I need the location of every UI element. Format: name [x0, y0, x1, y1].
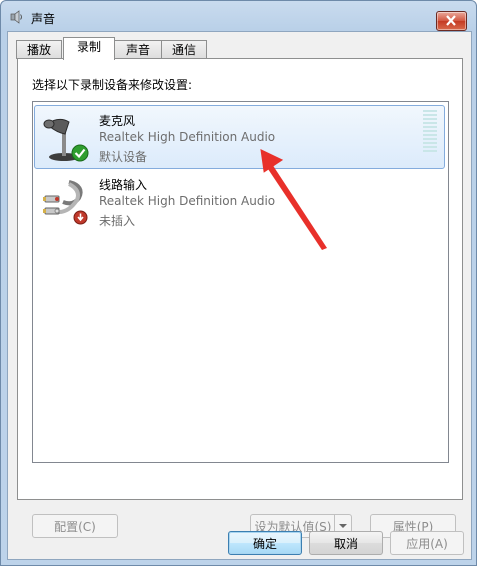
window-title: 声音 [31, 12, 56, 26]
tab-playback[interactable]: 播放 [16, 40, 62, 59]
device-item-line-in[interactable]: 线路输入 Realtek High Definition Audio 未插入 [35, 170, 444, 232]
device-status: 默认设备 [99, 150, 148, 164]
speaker-icon [9, 9, 25, 25]
ok-button[interactable]: 确定 [228, 531, 302, 555]
device-name: 线路输入 [99, 178, 148, 192]
close-button[interactable] [436, 11, 467, 31]
instruction-label: 选择以下录制设备来修改设置: [32, 78, 193, 92]
title-bar[interactable]: 声音 [1, 1, 476, 31]
device-item-microphone[interactable]: 麦克风 Realtek High Definition Audio 默认设备 [34, 105, 445, 169]
tab-communications[interactable]: 通信 [161, 40, 207, 59]
default-check-icon [71, 144, 89, 165]
configure-button[interactable]: 配置(C) [32, 514, 118, 538]
apply-button[interactable]: 应用(A) [390, 531, 464, 555]
recording-tab-panel: 选择以下录制设备来修改设置: 麦克风 Realtek High Definiti… [17, 58, 463, 538]
tab-sounds[interactable]: 声音 [112, 40, 164, 59]
input-level-meter [423, 110, 437, 154]
close-icon [446, 15, 456, 26]
unplugged-icon [73, 210, 88, 228]
device-status: 未插入 [99, 214, 136, 228]
device-name: 麦克风 [99, 114, 136, 128]
dialog-client-area: 播放 录制 声音 通信 选择以下录制设备来修改设置: 麦克风 Realtek H… [7, 31, 472, 560]
sound-dialog-window: 声音 播放 录制 声音 通信 选择以下录制设备来修改设置: 麦克风 Realte… [0, 0, 477, 566]
device-driver: Realtek High Definition Audio [99, 194, 276, 208]
cancel-button[interactable]: 取消 [309, 531, 383, 555]
device-driver: Realtek High Definition Audio [99, 130, 276, 144]
tab-recording[interactable]: 录制 [63, 37, 115, 60]
recording-device-list[interactable]: 麦克风 Realtek High Definition Audio 默认设备 线… [32, 101, 449, 463]
